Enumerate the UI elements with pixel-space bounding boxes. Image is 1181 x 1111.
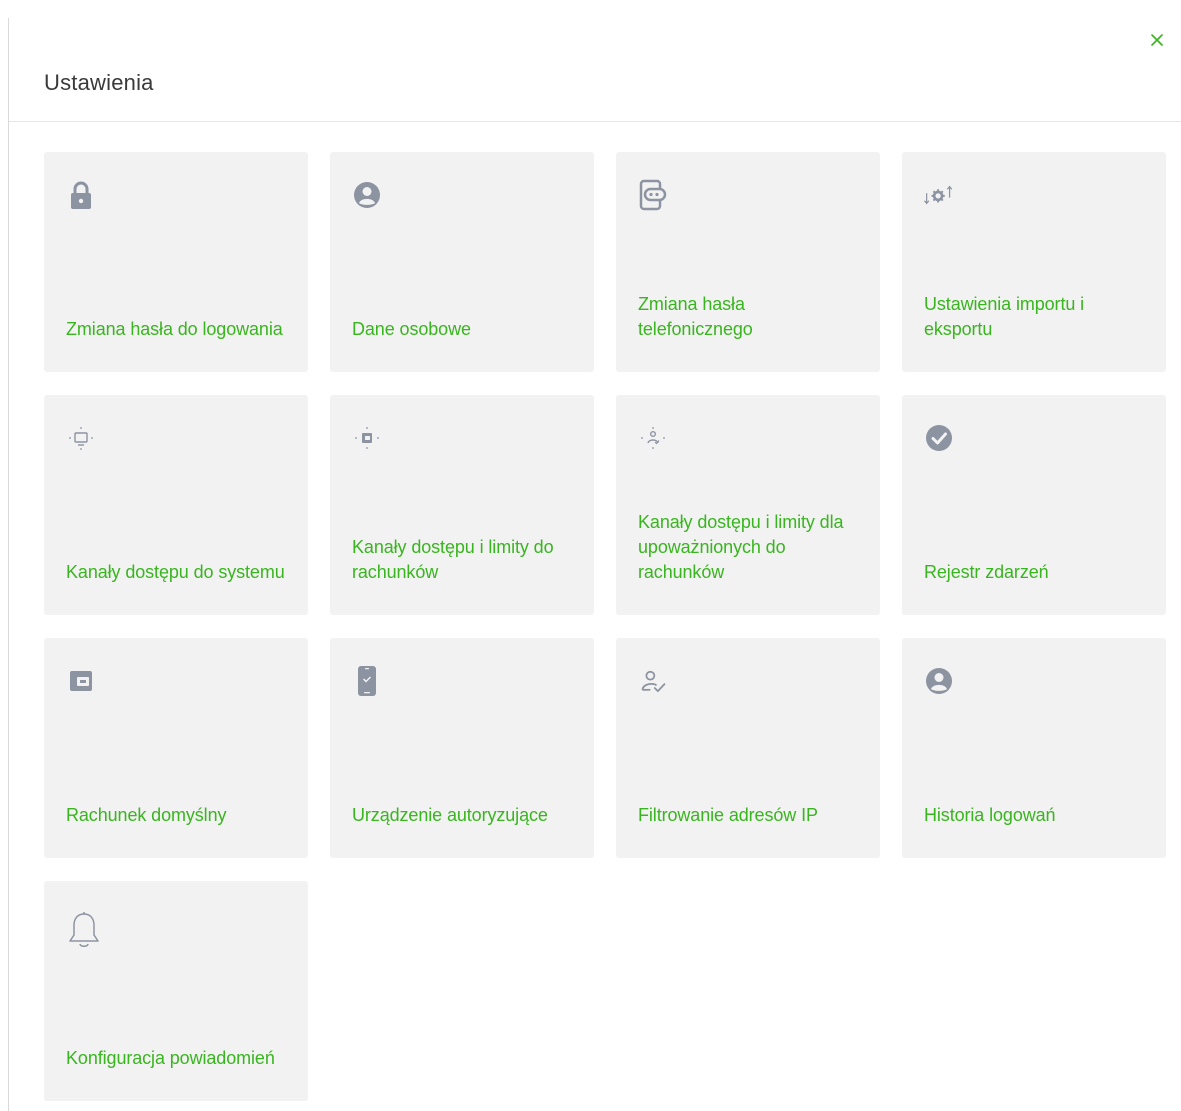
tile-label: Kanały dostępu i limity dla upoważnionyc… — [638, 512, 844, 582]
tile-label: Kanały dostępu do systemu — [66, 562, 285, 582]
modal-header: Ustawienia — [9, 0, 1181, 122]
user-circle-icon — [352, 180, 382, 210]
wallet-channels-icon — [352, 423, 382, 453]
mobile-device-icon — [352, 666, 382, 696]
import-export-gear-icon — [924, 180, 954, 210]
tile-label: Zmiana hasła telefonicznego — [638, 294, 753, 339]
tile-change-login-password[interactable]: Zmiana hasła do logowania — [44, 152, 308, 372]
page-title: Ustawienia — [44, 70, 154, 95]
tile-login-history[interactable]: Historia logowań — [902, 638, 1166, 858]
tile-authorizing-device[interactable]: Urządzenie autoryzujące — [330, 638, 594, 858]
tile-label: Konfiguracja powiadomień — [66, 1048, 275, 1068]
tile-label: Rachunek domyślny — [66, 805, 227, 825]
tile-system-access-channels[interactable]: Kanały dostępu do systemu — [44, 395, 308, 615]
tile-account-access-channels-limits[interactable]: Kanały dostępu i limity do rachunków — [330, 395, 594, 615]
tile-label: Ustawienia importu i eksportu — [924, 294, 1085, 339]
user-circle-icon — [924, 666, 954, 696]
tile-change-phone-password[interactable]: Zmiana hasła telefonicznego — [616, 152, 880, 372]
tile-label: Zmiana hasła do logowania — [66, 319, 283, 339]
tile-authorized-access-channels-limits[interactable]: Kanały dostępu i limity dla upoważnionyc… — [616, 395, 880, 615]
settings-page: Ustawienia Zmiana hasła do logowania Dan… — [0, 0, 1181, 1111]
close-button[interactable] — [1147, 30, 1167, 50]
tile-default-account[interactable]: Rachunek domyślny — [44, 638, 308, 858]
tile-label: Historia logowań — [924, 805, 1056, 825]
tile-label: Rejestr zdarzeń — [924, 562, 1049, 582]
tile-event-log[interactable]: Rejestr zdarzeń — [902, 395, 1166, 615]
tile-label: Urządzenie autoryzujące — [352, 805, 548, 825]
close-icon — [1151, 34, 1163, 46]
wallet-icon — [66, 666, 96, 696]
user-check-icon — [638, 666, 668, 696]
settings-grid: Zmiana hasła do logowania Dane osobowe Z… — [44, 152, 1166, 1101]
tile-notification-settings[interactable]: Konfiguracja powiadomień — [44, 881, 308, 1101]
bell-icon — [66, 911, 102, 951]
check-circle-icon — [924, 423, 954, 453]
left-divider — [8, 18, 9, 1111]
tile-ip-filtering[interactable]: Filtrowanie adresów IP — [616, 638, 880, 858]
tile-import-export-settings[interactable]: Ustawienia importu i eksportu — [902, 152, 1166, 372]
tile-personal-data[interactable]: Dane osobowe — [330, 152, 594, 372]
tile-label: Filtrowanie adresów IP — [638, 805, 818, 825]
user-channels-icon — [638, 423, 668, 453]
phone-password-icon — [638, 179, 668, 211]
tile-label: Kanały dostępu i limity do rachunków — [352, 537, 554, 582]
monitor-channels-icon — [66, 423, 96, 453]
lock-icon — [66, 180, 96, 210]
tile-label: Dane osobowe — [352, 319, 471, 339]
